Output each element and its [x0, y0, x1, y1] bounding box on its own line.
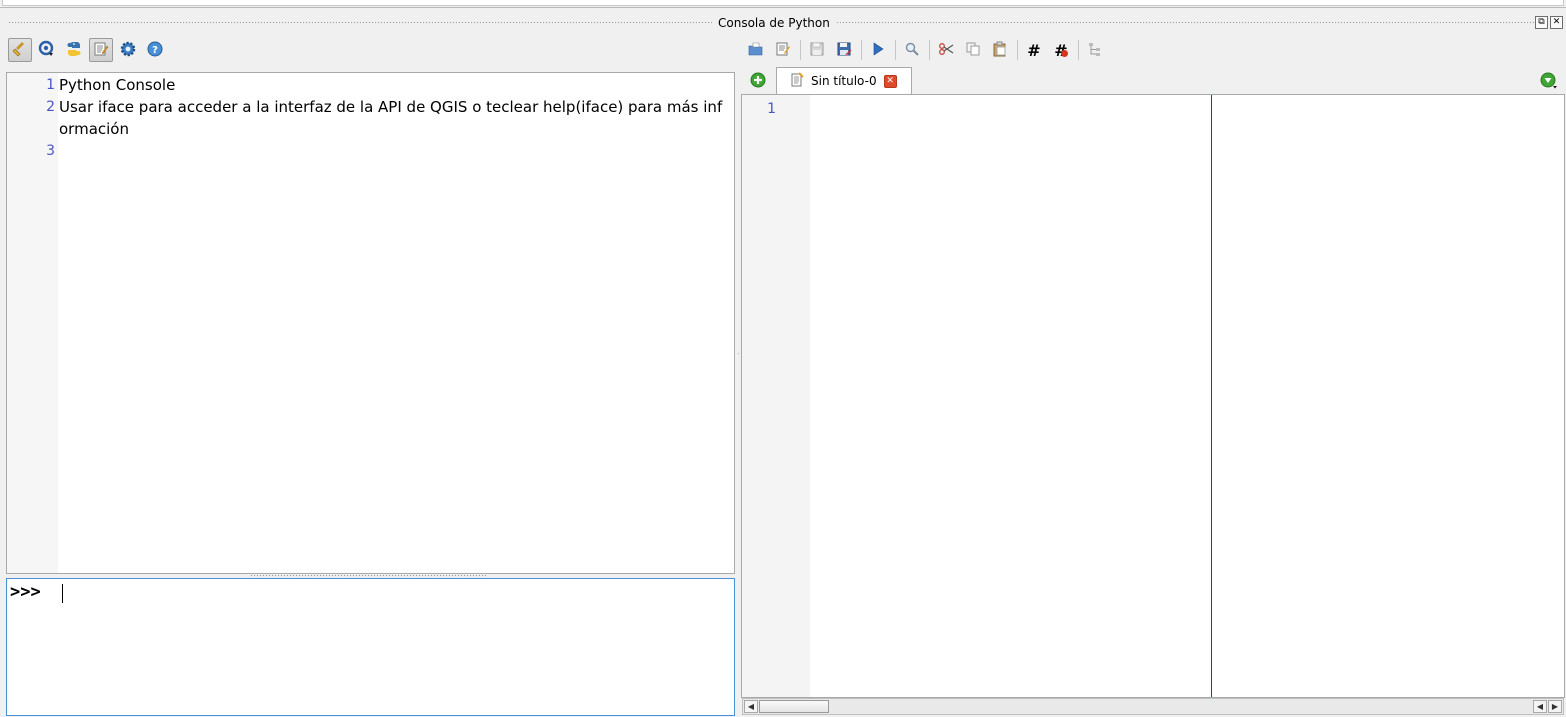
uncomment-button[interactable]: # — [1049, 38, 1073, 62]
new-tab-button[interactable] — [750, 72, 766, 91]
console-output[interactable]: 1 Python Console 2 Usar iface para acced… — [6, 72, 735, 574]
cut-button[interactable] — [934, 38, 958, 62]
scroll-left-end-arrow-icon[interactable]: ◀ — [1533, 700, 1547, 713]
output-line: Python Console — [59, 76, 176, 94]
comment-button[interactable]: # — [1022, 38, 1046, 62]
open-in-external-editor-icon — [775, 41, 791, 60]
editor-horizontal-scrollbar[interactable]: ◀ ◀ ▶ — [742, 698, 1564, 715]
console-input[interactable]: >>> — [6, 578, 735, 716]
save-button[interactable] — [805, 38, 829, 62]
help-icon: ? — [147, 41, 163, 60]
open-file-icon — [748, 41, 764, 60]
find-button[interactable] — [900, 38, 924, 62]
line-number: 1 — [46, 77, 55, 93]
close-button[interactable]: ✕ — [1550, 16, 1563, 29]
save-icon — [809, 41, 825, 60]
edge-column-marker — [1211, 95, 1212, 697]
show-editor-button[interactable] — [89, 38, 113, 62]
comment-icon: # — [1027, 40, 1041, 60]
editor-gutter — [742, 95, 810, 697]
previous-panel-strip — [0, 0, 1566, 8]
import-class-icon — [38, 40, 56, 61]
settings-button[interactable] — [116, 38, 140, 62]
svg-text:?: ? — [152, 45, 158, 56]
document-icon — [789, 71, 805, 91]
save-as-button[interactable] — [832, 38, 856, 62]
scroll-left-arrow-icon[interactable]: ◀ — [744, 700, 758, 713]
scrollbar-thumb[interactable] — [759, 700, 829, 713]
close-tab-icon[interactable]: ✕ — [883, 74, 897, 88]
tab-list-button[interactable] — [1540, 72, 1558, 93]
editor-tab-bar: Sin título-0 ✕ — [742, 66, 1566, 94]
line-number: 2 — [46, 99, 55, 115]
text-caret — [62, 584, 63, 603]
settings-gear-icon — [119, 40, 137, 61]
open-file-button[interactable] — [744, 38, 768, 62]
external-editor-button[interactable] — [771, 38, 795, 62]
output-line-wrap: ormación — [59, 120, 129, 138]
toolbar-separator — [895, 40, 896, 60]
object-inspector-button[interactable] — [1083, 38, 1107, 62]
paste-button[interactable] — [988, 38, 1012, 62]
remove-badge-icon — [1061, 50, 1068, 57]
clear-console-icon — [12, 41, 28, 60]
toolbar-separator — [800, 40, 801, 60]
run-command-button[interactable] — [62, 38, 86, 62]
cut-icon — [938, 41, 954, 60]
paste-icon — [992, 41, 1008, 60]
toolbar-separator — [1078, 40, 1079, 60]
show-editor-icon — [93, 41, 109, 60]
editor-toolbar: # # — [744, 36, 1110, 64]
import-class-button[interactable] — [35, 38, 59, 62]
clear-console-button[interactable] — [8, 38, 32, 62]
python-icon — [65, 40, 83, 61]
toolbar-separator — [929, 40, 930, 60]
copy-button[interactable] — [961, 38, 985, 62]
tab-list-dropdown-icon — [1540, 72, 1558, 93]
float-button[interactable]: ⧉ — [1535, 16, 1548, 29]
console-prompt: >>> — [10, 582, 41, 602]
scroll-right-arrow-icon[interactable]: ▶ — [1548, 700, 1562, 713]
toolbar-separator — [1017, 40, 1018, 60]
tab-label: Sin título-0 — [811, 74, 877, 88]
editor-line-number: 1 — [767, 101, 776, 117]
toolbar-separator — [861, 40, 862, 60]
help-button[interactable]: ? — [143, 38, 167, 62]
save-as-icon — [836, 41, 852, 60]
dock-title-bar[interactable]: Consola de Python ⧉ ✕ — [0, 12, 1566, 36]
console-toolbar: ? — [8, 36, 170, 64]
object-inspector-icon — [1087, 41, 1103, 60]
run-script-icon — [870, 41, 886, 60]
find-icon — [904, 41, 920, 60]
script-editor[interactable]: 1 — [741, 94, 1565, 698]
line-number: 3 — [46, 143, 55, 159]
output-line: Usar iface para acceder a la interfaz de… — [59, 98, 723, 116]
tab-sin-titulo-0[interactable]: Sin título-0 ✕ — [776, 67, 912, 94]
add-tab-icon — [750, 72, 766, 91]
run-script-button[interactable] — [866, 38, 890, 62]
copy-icon — [965, 41, 981, 60]
dock-title: Consola de Python — [712, 16, 836, 30]
